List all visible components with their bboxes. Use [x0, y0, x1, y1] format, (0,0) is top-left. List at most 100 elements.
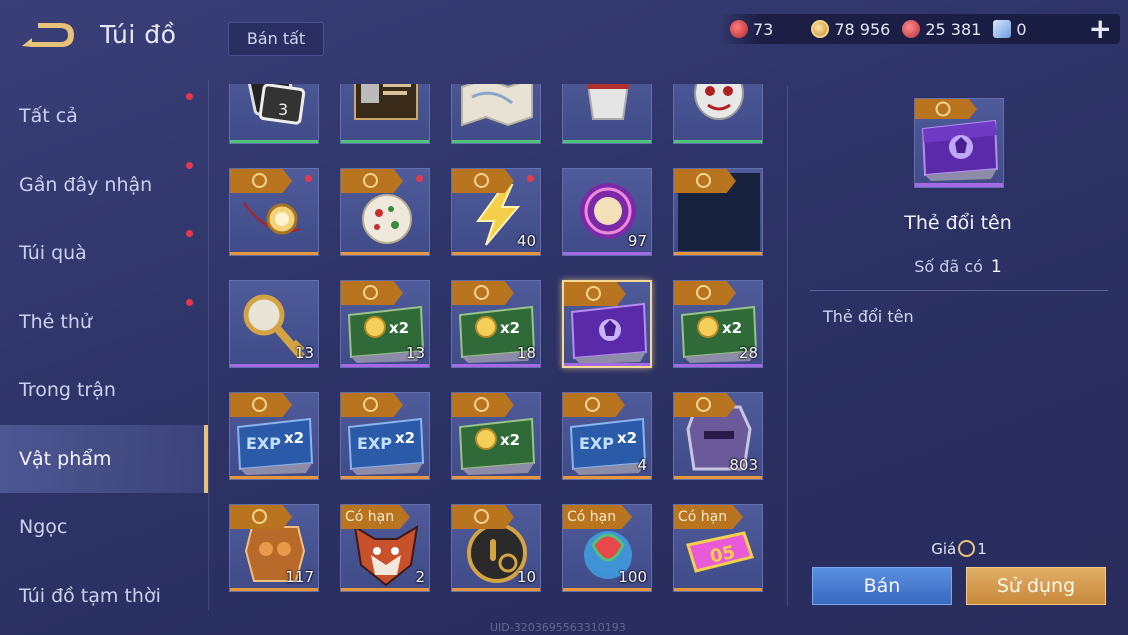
owned-value: 1 [990, 257, 1002, 277]
gold-coin-icon [696, 173, 711, 188]
item-slot[interactable] [673, 168, 763, 256]
item-count: 13 [405, 344, 425, 362]
currency-ruby: 25 381 [902, 20, 981, 39]
sellable-tag [452, 505, 514, 529]
gold-coin-icon [363, 285, 378, 300]
item-count: 803 [729, 456, 758, 474]
item-slot[interactable]: 10 [451, 504, 541, 592]
item-slot[interactable]: 117 [229, 504, 319, 592]
price-row: Giá 1 [810, 536, 1108, 562]
currency-red-gem: 73 [730, 20, 773, 39]
sidebar-item-label: Túi đồ tạm thời [19, 584, 161, 607]
sell-button[interactable]: Bán [812, 567, 952, 605]
item-slot[interactable]: x2 28 [673, 280, 763, 368]
gold-coin-icon [474, 173, 489, 188]
limited-tag: Có hạn [674, 505, 744, 529]
sellable-tag [564, 282, 626, 306]
item-slot[interactable]: x2 18 [451, 280, 541, 368]
mask-icon [694, 84, 744, 120]
blue-voucher-icon [993, 20, 1012, 38]
sellable-tag [230, 393, 292, 417]
currency-value: 73 [753, 19, 774, 39]
item-count: 40 [516, 232, 536, 250]
rarity-bar [341, 140, 429, 143]
category-sidebar: Tất cả Gần đây nhận Túi quà Thẻ thử Tron… [0, 82, 208, 630]
rarity-bar [563, 588, 651, 591]
add-currency-button[interactable]: + [1089, 12, 1112, 45]
sidebar-item-in-match[interactable]: Trong trận [0, 356, 208, 425]
detail-description: Thẻ đổi tên [823, 307, 914, 326]
rarity-bar [563, 252, 651, 255]
rarity-bar [674, 140, 762, 143]
item-count: 18 [516, 344, 536, 362]
rarity-bar [341, 588, 429, 591]
item-slot[interactable]: x2 [451, 392, 541, 480]
gold-coin-icon [811, 20, 830, 38]
item-slot[interactable] [562, 84, 652, 144]
sidebar-divider [208, 80, 209, 610]
gold-coin-icon [252, 173, 267, 188]
sidebar-item-gems[interactable]: Ngọc [0, 493, 208, 562]
sellable-tag [452, 169, 514, 193]
rarity-bar [452, 364, 540, 367]
item-slot[interactable]: 97 [562, 168, 652, 256]
sidebar-item-trial-cards[interactable]: Thẻ thử [0, 288, 208, 357]
item-slot[interactable] [562, 280, 652, 368]
svg-text:x2: x2 [500, 319, 520, 337]
rarity-bar [563, 476, 651, 479]
rarity-bar [674, 588, 762, 591]
gold-coin-icon [958, 540, 976, 557]
item-slot[interactable]: 40 [451, 168, 541, 256]
svg-text:05: 05 [708, 542, 737, 568]
item-count: 4 [637, 456, 647, 474]
item-count: 28 [738, 344, 758, 362]
rarity-bar [674, 364, 762, 367]
item-slot[interactable]: x2 13 [340, 280, 430, 368]
item-slot[interactable]: EXP x2 4 [562, 392, 652, 480]
item-grid-scroll[interactable]: 3 40 97 13 x2 13 x2 18 x2 28 EXP x2 EXP x2 x2 EXP x2 4 803… [215, 84, 780, 604]
use-button[interactable]: Sử dụng [966, 567, 1106, 605]
red-gem-icon [730, 20, 748, 38]
map-icon [461, 84, 533, 127]
svg-text:x2: x2 [395, 429, 415, 447]
sidebar-item-label: Trong trận [19, 379, 116, 401]
rarity-bar [452, 140, 540, 143]
item-slot[interactable]: EXP x2 [229, 392, 319, 480]
item-slot[interactable]: 05 Có hạn [673, 504, 763, 592]
item-slot[interactable]: EXP x2 [340, 392, 430, 480]
gold-coin-icon [696, 285, 711, 300]
notification-dot [186, 298, 193, 306]
sidebar-item-recent[interactable]: Gần đây nhận [0, 151, 208, 220]
sell-all-button[interactable]: Bán tất [228, 22, 324, 56]
item-slot[interactable] [340, 168, 430, 256]
cup-icon [586, 84, 630, 120]
svg-text:x2: x2 [389, 319, 409, 337]
sellable-tag [230, 169, 292, 193]
item-slot[interactable] [451, 84, 541, 144]
sellable-tag [452, 393, 514, 417]
detail-item-icon [914, 98, 1004, 188]
sidebar-item-label: Thẻ thử [19, 310, 92, 333]
back-button[interactable] [18, 18, 78, 54]
item-count: 117 [285, 568, 314, 586]
currency-bar: 73 78 956 25 381 0 + [720, 12, 1120, 45]
item-slot[interactable] [229, 168, 319, 256]
red-ruby-icon [902, 20, 921, 38]
item-slot[interactable]: 13 [229, 280, 319, 368]
svg-text:x2: x2 [500, 431, 520, 449]
sidebar-item-temp-bag[interactable]: Túi đồ tạm thời [0, 562, 208, 631]
sidebar-item-gift-bags[interactable]: Túi quà [0, 219, 208, 288]
item-slot[interactable] [340, 84, 430, 144]
gold-coin-icon [586, 286, 601, 301]
notification-dot [416, 175, 423, 182]
item-slot[interactable]: 3 [229, 84, 319, 144]
item-slot[interactable]: Có hạn 2 [340, 504, 430, 592]
sidebar-item-items[interactable]: Vật phẩm [0, 424, 208, 493]
rarity-bar [564, 363, 650, 366]
currency-gold: 78 956 [811, 20, 890, 39]
sidebar-item-all[interactable]: Tất cả [0, 82, 208, 151]
item-slot[interactable]: Có hạn 100 [562, 504, 652, 592]
svg-text:EXP: EXP [579, 434, 614, 453]
item-slot[interactable] [673, 84, 763, 144]
item-slot[interactable]: 803 [673, 392, 763, 480]
